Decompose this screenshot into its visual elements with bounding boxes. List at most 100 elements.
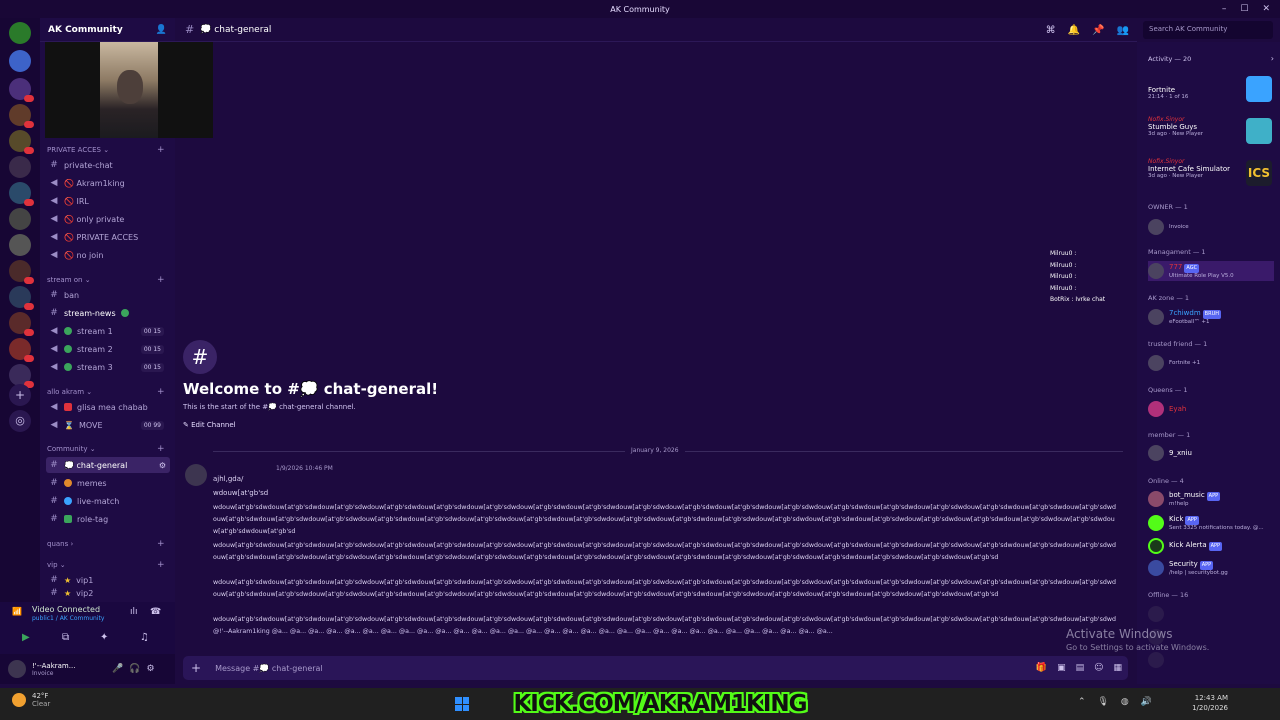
avatar[interactable]	[185, 464, 207, 486]
chevron-right-icon[interactable]: ›	[1271, 54, 1274, 63]
server-header[interactable]: AK Community 👤	[40, 18, 175, 42]
server-icon[interactable]	[9, 312, 34, 336]
settings-icon[interactable]: ⚙	[159, 461, 166, 470]
volume-icon[interactable]: 🔊	[1141, 697, 1152, 707]
voice-location[interactable]: public1 / AK Community	[32, 615, 104, 622]
category-allo[interactable]: allo akram ⌄ +	[47, 387, 165, 397]
soundboard-icon[interactable]: ♫	[140, 632, 149, 643]
channel-item-chat-general[interactable]: # 💭 chat-general ⚙	[46, 457, 170, 473]
server-icon[interactable]	[9, 338, 34, 362]
member-item[interactable]: Kick Alerta APP	[1148, 536, 1274, 556]
camera-icon[interactable]: ▶	[22, 632, 30, 643]
server-icon[interactable]	[9, 50, 31, 72]
channel-item[interactable]: # ban	[46, 287, 170, 303]
category-quans[interactable]: quans › +	[47, 539, 165, 549]
member-item[interactable]: bot_music APP m!help	[1148, 489, 1274, 509]
channel-item[interactable]: ◀ 🚫 PRIVATE ACCES	[46, 229, 170, 245]
message-composer[interactable]: + Message #💭 chat-general 🎁 ▣ ▤ ☺ ▦	[183, 656, 1128, 680]
add-channel-icon[interactable]: +	[157, 275, 165, 285]
microphone-icon[interactable]: 🎤	[112, 664, 123, 674]
server-icon[interactable]	[9, 234, 31, 256]
network-icon[interactable]: ◍	[1121, 697, 1129, 707]
add-channel-icon[interactable]: +	[157, 560, 165, 570]
activity-card[interactable]: Nofix.Sinyor Stumble Guys 3d ago · New P…	[1148, 116, 1274, 152]
channel-item[interactable]: # ★ vip2	[46, 588, 170, 598]
avatar[interactable]	[8, 660, 26, 678]
channel-item[interactable]: ◀ 🚫 no join	[46, 247, 170, 263]
sticker-icon[interactable]: ▤	[1076, 663, 1085, 673]
activity-card[interactable]: Fortnite 21:14 · 1 of 16	[1148, 74, 1274, 110]
channel-item[interactable]: ◀ stream 3 00 15	[46, 359, 170, 375]
member-item[interactable]: 9_xniu	[1148, 443, 1274, 463]
message-input[interactable]: Message #💭 chat-general	[215, 664, 323, 673]
channel-item[interactable]: ◀ 🚫 only private	[46, 211, 170, 227]
maximize-icon[interactable]: ☐	[1240, 4, 1248, 14]
add-channel-icon[interactable]: +	[157, 387, 165, 397]
channel-item[interactable]: ◀ stream 2 00 15	[46, 341, 170, 357]
member-item[interactable]: Kick APP Sent 3325 notifications today. @.…	[1148, 513, 1274, 533]
server-icon[interactable]	[9, 208, 31, 230]
add-channel-icon[interactable]: +	[157, 444, 165, 454]
headphones-icon[interactable]: 🎧	[129, 664, 140, 674]
add-attachment-icon[interactable]: +	[191, 661, 201, 675]
server-icon[interactable]	[9, 260, 34, 284]
edit-channel-button[interactable]: ✎ Edit Channel	[183, 421, 438, 429]
channel-item[interactable]: # live-match	[46, 493, 170, 509]
pin-icon[interactable]: 📌	[1092, 25, 1104, 36]
server-icon[interactable]	[9, 22, 31, 44]
add-server-icon[interactable]: +	[9, 384, 31, 406]
clock[interactable]: 12:43 AM 1/20/2026	[1192, 693, 1228, 713]
gif-icon[interactable]: ▣	[1057, 663, 1066, 673]
server-icon[interactable]	[9, 104, 34, 128]
member-item[interactable]	[1148, 604, 1274, 624]
gear-icon[interactable]: ⚙	[146, 664, 154, 674]
windows-start-icon[interactable]	[455, 697, 469, 711]
server-icon[interactable]	[9, 364, 34, 388]
channel-item[interactable]: # memes	[46, 475, 170, 491]
close-icon[interactable]: ✕	[1262, 4, 1270, 14]
server-icon[interactable]	[9, 156, 31, 178]
member-item[interactable]: Fortnite +1	[1148, 353, 1274, 373]
mic-icon[interactable]: 🎙	[1097, 697, 1108, 707]
category-vip[interactable]: vip ⌄ +	[47, 560, 165, 570]
server-icon[interactable]	[9, 78, 34, 102]
add-channel-icon[interactable]: +	[157, 145, 165, 155]
gift-icon[interactable]: 🎁	[1036, 663, 1047, 673]
threads-icon[interactable]: ⌘	[1046, 25, 1056, 36]
disconnect-icon[interactable]: ☎	[150, 607, 161, 617]
member-item[interactable]: 777 AGC Ultimate Role Play V5.0	[1148, 261, 1274, 281]
member-item[interactable]: Eyah	[1148, 399, 1274, 419]
server-icon[interactable]	[9, 130, 34, 154]
video-preview[interactable]	[45, 42, 213, 138]
minimize-icon[interactable]: –	[1222, 4, 1227, 14]
channel-item[interactable]: ◀ 🚫 IRL	[46, 193, 170, 209]
channel-item[interactable]: # ★ vip1	[46, 572, 170, 588]
add-member-icon[interactable]: 👤	[156, 25, 167, 35]
activity-card[interactable]: Nofix.Sinyor Internet Cafe Simulator 3d …	[1148, 158, 1274, 194]
member-item[interactable]: Invoice	[1148, 217, 1274, 237]
activity-icon[interactable]: ✦	[100, 632, 108, 643]
channel-item[interactable]: ◀ 🚫 Akram1king	[46, 175, 170, 191]
search-input[interactable]: Search AK Community	[1143, 21, 1273, 39]
category-private[interactable]: PRIVATE ACCES ⌄ +	[47, 145, 165, 155]
member-item[interactable]: 7chiwdm BRUH eFootball™ +1	[1148, 307, 1274, 327]
channel-item[interactable]: ◀ glisa mea chabab	[46, 399, 170, 415]
channel-item[interactable]: ◀ ⌛ MOVE 00 99	[46, 417, 170, 433]
server-icon[interactable]	[9, 182, 34, 206]
category-community[interactable]: Community ⌄ +	[47, 444, 165, 454]
channel-item[interactable]: # private-chat	[46, 157, 170, 173]
channel-item[interactable]: ◀ stream 1 00 15	[46, 323, 170, 339]
channel-item[interactable]: # role-tag	[46, 511, 170, 527]
screen-share-icon[interactable]: ⧉	[62, 632, 69, 643]
add-channel-icon[interactable]: +	[157, 539, 165, 549]
member-item[interactable]	[1148, 650, 1274, 670]
category-stream[interactable]: stream on ⌄ +	[47, 275, 165, 285]
emoji-icon[interactable]: ☺	[1094, 663, 1103, 673]
server-icon[interactable]	[9, 286, 34, 310]
bell-icon[interactable]: 🔔	[1068, 25, 1080, 36]
channel-item[interactable]: # stream-news	[46, 305, 170, 321]
chevron-up-icon[interactable]: ⌃	[1078, 697, 1086, 707]
apps-icon[interactable]: ▦	[1113, 663, 1122, 673]
member-item[interactable]: Security APP/help | securitybot.gg	[1148, 558, 1274, 578]
weather-widget[interactable]: 42°F Clear	[12, 692, 50, 708]
